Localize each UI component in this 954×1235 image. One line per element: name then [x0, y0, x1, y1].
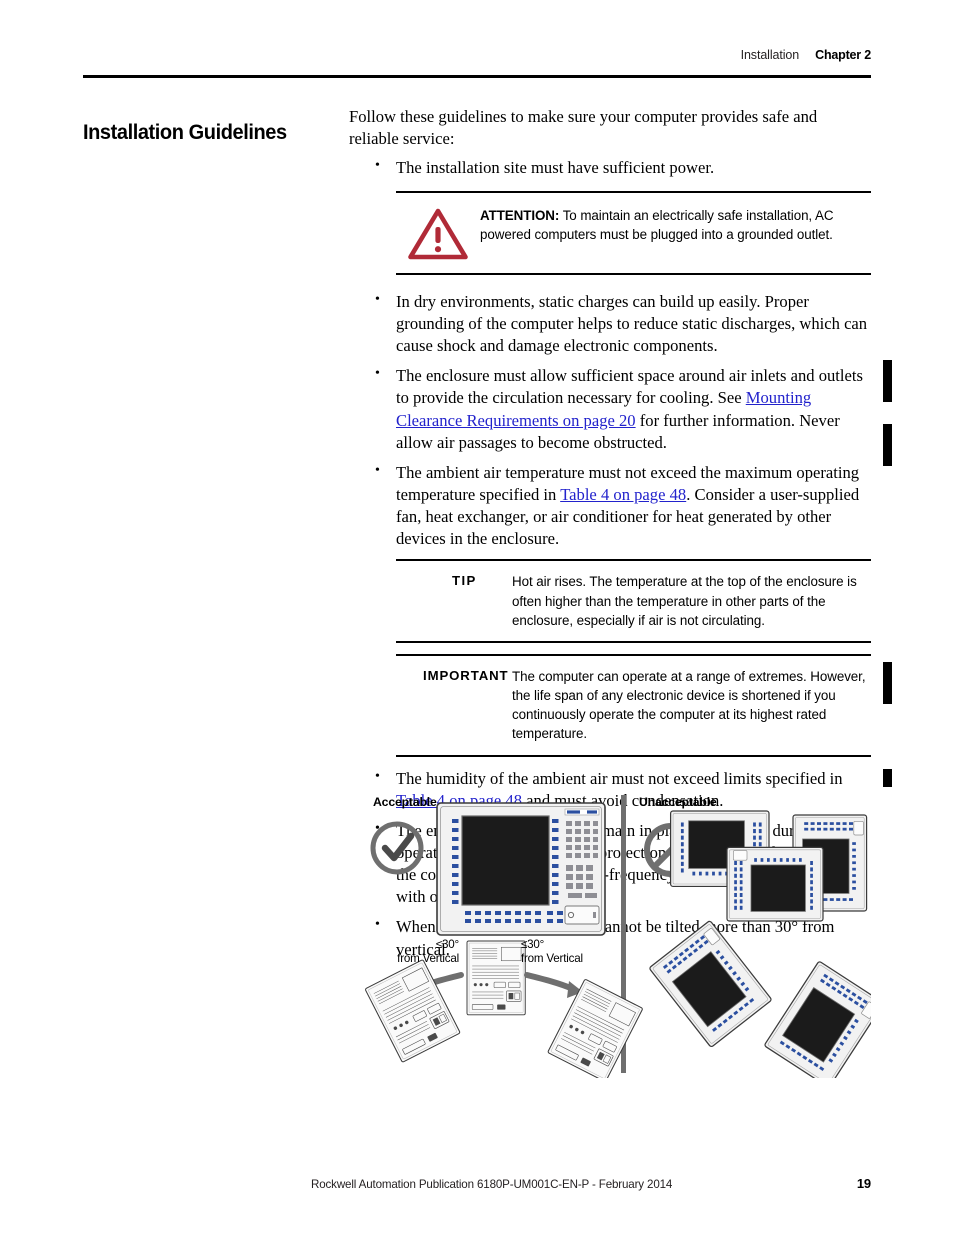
- change-bar: [883, 360, 892, 402]
- computer-wrong-tilted-left: [648, 919, 773, 1049]
- change-bar: [883, 769, 892, 787]
- mounting-orientation-figure: Acceptable Unacceptable ≤30° from Vertic…: [349, 793, 871, 1078]
- tilt-note-left-text: from Vertical: [397, 952, 459, 966]
- list-item-enclosure-space: The enclosure must allow sufficient spac…: [349, 364, 871, 454]
- guidelines-list: The installation site must have sufficie…: [349, 156, 871, 179]
- tilt-note-left: ≤30° from Vertical: [387, 938, 459, 967]
- computer-tilted-right: [547, 978, 644, 1078]
- important-callout: IMPORTANT The computer can operate at a …: [396, 653, 871, 757]
- important-label: IMPORTANT: [423, 667, 509, 683]
- warning-triangle-icon: [396, 206, 480, 260]
- tip-label: TIP: [452, 573, 477, 589]
- list-item-text: In dry environments, static charges can …: [396, 291, 868, 356]
- tip-body: Hot air rises. The temperature at the to…: [512, 574, 857, 628]
- attention-callout: ATTENTION: To maintain an electrically s…: [396, 190, 871, 275]
- list-item-static: In dry environments, static charges can …: [349, 290, 871, 357]
- tilt-note-left-angle: ≤30°: [435, 938, 459, 951]
- tilt-note-right: ≤30° from Vertical: [521, 938, 599, 967]
- computer-wrong-horizontal: [726, 846, 824, 922]
- attention-body: ATTENTION: To maintain an electrically s…: [480, 206, 871, 244]
- important-body: The computer can operate at a range of e…: [512, 668, 866, 742]
- change-bar: [883, 662, 892, 704]
- list-item-ambient-temperature: The ambient air temperature must not exc…: [349, 461, 871, 551]
- tilt-note-right-text: from Vertical: [521, 952, 583, 966]
- intro-paragraph: Follow these guidelines to make sure you…: [349, 107, 818, 148]
- header-rule: [83, 75, 871, 78]
- page-footer: Rockwell Automation Publication 6180P-UM…: [311, 1176, 871, 1191]
- computer-front-upright: [436, 802, 606, 936]
- footer-publication: Rockwell Automation Publication 6180P-UM…: [311, 1178, 673, 1191]
- computer-tilted-left: [364, 958, 461, 1063]
- attention-label: ATTENTION:: [480, 207, 560, 223]
- page-title: Installation Guidelines: [83, 120, 287, 145]
- link-table-4-page-48[interactable]: Table 4 on page 48: [560, 485, 686, 504]
- computer-rear-vertical: [466, 940, 526, 1016]
- header-labels: Installation Chapter 2: [740, 48, 872, 62]
- change-bar: [883, 424, 892, 466]
- tip-callout: TIP Hot air rises. The temperature at th…: [396, 559, 871, 643]
- list-item-power: The installation site must have sufficie…: [349, 156, 871, 179]
- tilt-arrow-right: [524, 972, 576, 992]
- footer-page-number: 19: [856, 1176, 871, 1191]
- guidelines-list-2: In dry environments, static charges can …: [349, 290, 871, 551]
- tilt-note-right-angle: ≤30°: [521, 938, 545, 951]
- page-header: Installation Chapter 2: [83, 48, 871, 82]
- computer-wrong-tilted-right: [763, 960, 871, 1078]
- list-item-text: The installation site must have sufficie…: [396, 157, 715, 177]
- check-circle-icon: [370, 821, 424, 875]
- header-section-label: Installation: [740, 48, 800, 62]
- header-chapter-label: Chapter 2: [815, 48, 871, 62]
- list-item-text-pre: The humidity of the ambient air must not…: [396, 768, 843, 788]
